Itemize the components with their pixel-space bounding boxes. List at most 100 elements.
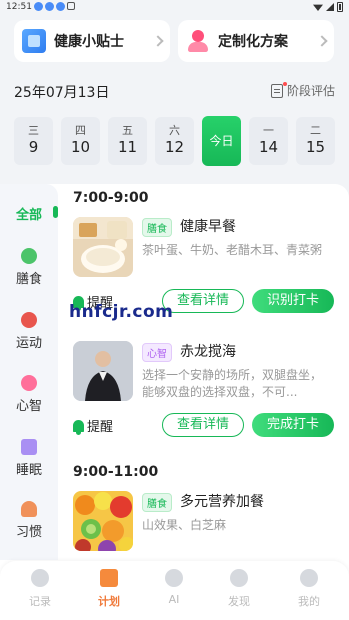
category-exercise[interactable]: 运动 [0, 312, 58, 351]
day-cell-today[interactable]: 今日 [202, 116, 241, 166]
heart-icon [21, 375, 37, 391]
tips-book-icon [22, 29, 46, 53]
mind-tag: 心智 [142, 343, 172, 362]
category-label: 运动 [15, 336, 42, 351]
system-icons [313, 2, 343, 12]
person-plan-icon [186, 29, 210, 53]
day-cell[interactable]: 四 10 [61, 117, 100, 165]
item-title: 赤龙搅海 [180, 344, 236, 360]
breakfast-image [73, 217, 133, 277]
today-label: 今日 [209, 134, 234, 148]
nav-label: 我的 [298, 595, 320, 608]
battery-icon [337, 2, 343, 12]
discover-chat-icon [230, 569, 248, 587]
day-number: 10 [70, 138, 91, 156]
nav-label: 计划 [98, 595, 120, 608]
day-cell[interactable]: 二 15 [296, 117, 335, 165]
nav-discover[interactable]: 发现 [214, 569, 264, 609]
time-slot-heading: 7:00-9:00 [73, 190, 149, 206]
bell-icon [73, 419, 84, 435]
complete-checkin-button[interactable]: 完成打卡 [252, 413, 334, 437]
day-cell[interactable]: 五 11 [108, 117, 147, 165]
day-cell[interactable]: 六 12 [155, 117, 194, 165]
nav-label: 发现 [228, 595, 250, 608]
ai-bot-icon [165, 569, 183, 587]
fruit-image [73, 491, 133, 551]
day-number: 9 [28, 138, 39, 156]
nav-mine[interactable]: 我的 [284, 569, 334, 609]
nav-record[interactable]: 记录 [15, 569, 65, 609]
weekday-label: 六 [169, 124, 180, 137]
nav-ai[interactable]: AI [149, 569, 199, 606]
current-date: 25年07月13日 [14, 85, 110, 101]
profile-smile-icon [300, 569, 318, 587]
item-description: 山效果、白芝麻 [142, 518, 227, 532]
cube-icon [67, 2, 75, 10]
signal-icon [326, 3, 334, 11]
stage-evaluation-button[interactable]: 阶段评估 [270, 81, 335, 99]
view-details-button[interactable]: 查看详情 [162, 413, 244, 437]
active-indicator [53, 206, 58, 218]
category-mind[interactable]: 心智 [0, 375, 58, 414]
item-title: 多元营养加餐 [180, 494, 264, 510]
day-number: 14 [258, 138, 279, 156]
weekday-label: 五 [122, 124, 133, 137]
diet-tag: 膳食 [142, 493, 172, 512]
category-label: 习惯 [15, 525, 42, 540]
view-details-button[interactable]: 查看详情 [162, 289, 244, 313]
bottom-navigation: 记录 计划 AI 发现 我的 [0, 561, 349, 620]
watermark-text: hnfcjr.com [69, 302, 174, 322]
bed-icon [21, 439, 37, 455]
category-diet[interactable]: 膳食 [0, 248, 58, 287]
item-title: 健康早餐 [180, 219, 236, 235]
category-label: 睡眠 [15, 463, 42, 478]
snack-thumbnail[interactable] [73, 491, 133, 551]
category-sleep[interactable]: 睡眠 [0, 439, 58, 478]
day-number: 11 [117, 138, 138, 156]
meditation-thumbnail[interactable] [73, 341, 133, 401]
chevron-right-icon [152, 35, 164, 47]
day-cell[interactable]: 三9 [14, 117, 53, 165]
breakfast-thumbnail[interactable] [73, 217, 133, 277]
wifi-icon [313, 4, 323, 11]
chevron-right-icon [316, 35, 328, 47]
notification-icon [34, 2, 43, 11]
habit-icon [21, 501, 37, 517]
clipboard-icon [270, 81, 287, 98]
day-number: 15 [305, 138, 326, 156]
item-description: 选择一个安静的场所，双腿盘坐，能够双盘的选择双盘，不可... [142, 368, 323, 399]
meditation-image [73, 341, 133, 401]
week-strip: 三9 四 10 五 11 六 12 今日 一 14 二 15 [14, 116, 335, 166]
day-number: 12 [164, 138, 185, 156]
record-heart-icon [31, 569, 49, 587]
leaf-icon [21, 248, 37, 264]
health-tips-card[interactable]: 健康小贴士 [14, 20, 170, 62]
notification-icons [34, 2, 75, 11]
notification-icon [45, 2, 54, 11]
stage-evaluation-label: 阶段评估 [286, 84, 335, 98]
nav-label: AI [168, 593, 180, 606]
plan-icon [100, 569, 118, 587]
diet-tag: 膳食 [142, 218, 172, 237]
exercise-icon [21, 312, 37, 328]
category-all[interactable]: 全部 [0, 204, 58, 223]
nav-label: 记录 [29, 595, 51, 608]
day-cell[interactable]: 一 14 [249, 117, 288, 165]
category-label: 膳食 [15, 272, 42, 287]
category-label: 全部 [15, 208, 42, 223]
custom-plan-card[interactable]: 定制化方案 [178, 20, 334, 62]
status-bar: 12:51 [0, 0, 349, 14]
red-dot-badge [282, 81, 287, 86]
remind-label: 提醒 [87, 420, 114, 435]
nav-plan[interactable]: 计划 [84, 569, 134, 609]
item-description: 茶叶蛋、牛奶、老醋木耳、青菜粥 [142, 243, 323, 257]
notification-icon [56, 2, 65, 11]
category-label: 心智 [15, 399, 42, 414]
custom-plan-title: 定制化方案 [218, 34, 288, 50]
weekday-label: 二 [310, 124, 321, 137]
remind-button[interactable]: 提醒 [73, 416, 113, 435]
weekday-label: 一 [263, 124, 274, 137]
recognize-checkin-button[interactable]: 识别打卡 [252, 289, 334, 313]
health-tips-title: 健康小贴士 [54, 34, 124, 50]
category-habit[interactable]: 习惯 [0, 501, 58, 540]
